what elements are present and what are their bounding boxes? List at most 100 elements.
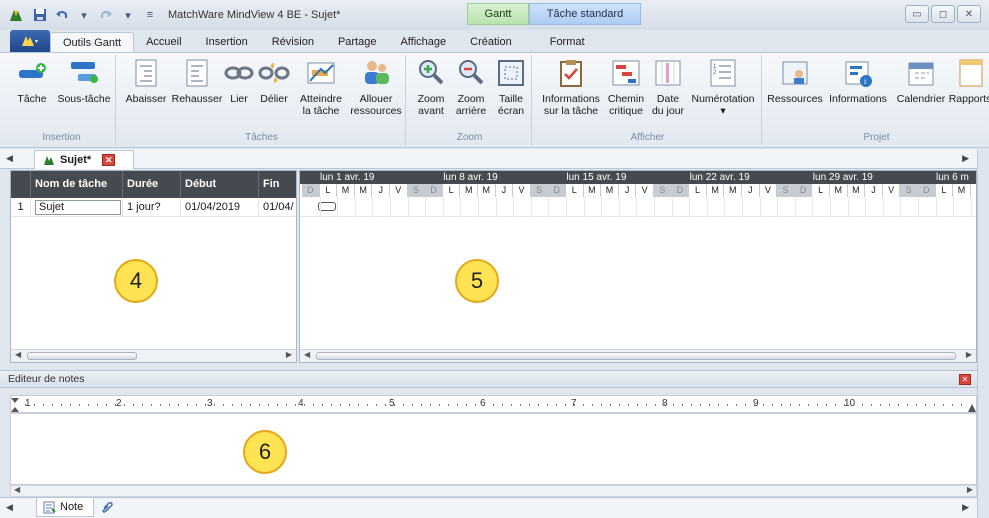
notes-text-area[interactable]: 6: [10, 413, 977, 485]
gantt-day-gridline: [390, 197, 391, 217]
close-notes-icon[interactable]: ✕: [959, 374, 971, 385]
gantt-day-gridline: [706, 197, 708, 217]
attachment-tab[interactable]: [96, 500, 118, 516]
undo-dropdown-icon[interactable]: ▾: [76, 7, 92, 23]
gantt-scroll-thumb[interactable]: [316, 352, 956, 360]
column-header-end[interactable]: Fin: [259, 171, 296, 198]
gantt-horizontal-scrollbar[interactable]: ◀ ▶: [300, 349, 976, 362]
tab-format[interactable]: Format: [538, 32, 597, 52]
gantt-day-gridline: [882, 197, 884, 217]
table-row[interactable]: 1 Sujet 1 jour? 01/04/2019 01/04/: [11, 198, 296, 217]
ruler-tick: [385, 404, 386, 406]
notes-scroll-left-icon[interactable]: ◀: [14, 485, 20, 494]
calendar-button[interactable]: Calendrier: [892, 57, 950, 105]
gantt-week-label: lun 6 m: [936, 172, 969, 183]
tab-revision[interactable]: Révision: [260, 32, 326, 52]
gantt-scroll-right-icon[interactable]: ▶: [966, 350, 972, 359]
ruler-tick: [664, 404, 665, 406]
ruler-tick: [241, 404, 242, 406]
ruler-tick: [511, 404, 512, 406]
tab-insertion[interactable]: Insertion: [194, 32, 260, 52]
unlink-button[interactable]: Délier: [256, 57, 292, 105]
gantt-day-label: L: [320, 184, 338, 197]
column-header-start[interactable]: Début: [181, 171, 259, 198]
task-name-cell[interactable]: Sujet: [31, 198, 123, 217]
ruler-tick: [376, 404, 377, 406]
ruler-tick: [331, 404, 332, 406]
task-info-button[interactable]: Informations sur la tâche: [538, 57, 604, 117]
scroll-left-icon[interactable]: ◀: [15, 350, 21, 359]
grid-horizontal-scrollbar[interactable]: ◀ ▶: [11, 349, 296, 362]
end-date-cell[interactable]: 01/04/: [259, 198, 296, 217]
tab-creation[interactable]: Création: [458, 32, 524, 52]
add-subtask-button[interactable]: Sous-tâche: [56, 57, 112, 105]
gantt-scroll-left-icon[interactable]: ◀: [304, 350, 310, 359]
gantt-day-gridline: [759, 197, 761, 217]
tab-scroll-left-icon[interactable]: ◀: [6, 153, 13, 164]
ruler-tick: [745, 404, 746, 406]
application-menu-button[interactable]: [10, 30, 50, 52]
maximize-button[interactable]: ◻: [931, 5, 955, 23]
save-icon[interactable]: [32, 7, 48, 23]
fit-screen-button[interactable]: Taille écran: [492, 57, 530, 117]
add-task-icon: [19, 63, 46, 78]
duration-cell[interactable]: 1 jour?: [123, 198, 181, 217]
start-date-cell[interactable]: 01/04/2019: [181, 198, 259, 217]
promote-icon: [186, 59, 208, 87]
assign-resources-button[interactable]: Allouer ressources: [348, 57, 404, 117]
ruler-tick: [898, 404, 899, 406]
demote-button[interactable]: Abaisser: [122, 57, 170, 105]
tab-accueil[interactable]: Accueil: [134, 32, 193, 52]
zoom-in-button[interactable]: Zoom avant: [412, 57, 450, 117]
redo-icon[interactable]: [98, 7, 114, 23]
numbering-dropdown-icon[interactable]: ▾: [720, 105, 725, 117]
notes-horizontal-scrollbar[interactable]: ◀ ▶: [10, 485, 977, 497]
promote-button[interactable]: Rehausser: [170, 57, 224, 105]
bottom-scroll-right-icon[interactable]: ▶: [962, 502, 969, 513]
grid-scroll-thumb[interactable]: [27, 352, 137, 360]
ruler-tick: [880, 404, 881, 406]
zoom-out-button[interactable]: Zoom arrière: [452, 57, 490, 117]
ruler-tick: [493, 404, 494, 406]
context-tab-gantt[interactable]: Gantt: [467, 3, 529, 25]
close-document-icon[interactable]: ✕: [102, 154, 116, 166]
tab-outils-gantt[interactable]: Outils Gantt: [50, 32, 135, 52]
gantt-week-label: lun 29 avr. 19: [812, 172, 873, 183]
app-logo-icon[interactable]: [8, 7, 24, 23]
document-tab-sujet[interactable]: Sujet* ✕: [34, 150, 134, 169]
left-indent-marker-icon[interactable]: [11, 398, 19, 412]
column-header-name[interactable]: Nom de tâche: [31, 171, 123, 198]
reports-button[interactable]: Rapports: [949, 57, 989, 105]
gantt-day-gridline: [742, 197, 743, 217]
scroll-right-icon[interactable]: ▶: [286, 350, 292, 359]
critical-path-button[interactable]: Chemin critique: [604, 57, 648, 117]
project-info-button[interactable]: i Informations: [826, 57, 890, 105]
notes-scroll-right-icon[interactable]: ▶: [967, 485, 973, 494]
undo-icon[interactable]: [54, 7, 70, 23]
task-name-field[interactable]: Sujet: [35, 200, 121, 215]
task-bar[interactable]: [318, 202, 336, 211]
note-tab[interactable]: Note: [36, 498, 94, 517]
numbering-button[interactable]: 12 Numérotation ▾: [688, 57, 758, 117]
minimize-button[interactable]: ▭: [905, 5, 929, 23]
column-header-duration[interactable]: Durée: [123, 171, 181, 198]
context-tab-standard-task[interactable]: Tâche standard: [529, 3, 641, 25]
tab-affichage[interactable]: Affichage: [388, 32, 458, 52]
add-task-button[interactable]: Tâche: [12, 57, 52, 105]
bottom-scroll-left-icon[interactable]: ◀: [6, 502, 13, 513]
goto-task-button[interactable]: Atteindre la tâche: [294, 57, 348, 117]
resources-button[interactable]: Ressources: [764, 57, 826, 105]
today-date-button[interactable]: Date du jour: [648, 57, 688, 117]
customize-qat-icon[interactable]: ≡: [142, 7, 158, 23]
gantt-body[interactable]: [300, 197, 976, 351]
ruler-tick: [61, 404, 62, 406]
notes-ruler[interactable]: 12345678910: [10, 395, 977, 413]
ruler-tick: [124, 404, 125, 406]
close-button[interactable]: ✕: [957, 5, 981, 23]
redo-dropdown-icon[interactable]: ▾: [120, 7, 136, 23]
right-indent-marker-icon[interactable]: [968, 398, 976, 412]
tab-partage[interactable]: Partage: [326, 32, 389, 52]
ruler-tick: [250, 404, 251, 406]
tab-scroll-right-icon[interactable]: ▶: [962, 153, 969, 164]
link-button[interactable]: Lier: [222, 57, 256, 105]
